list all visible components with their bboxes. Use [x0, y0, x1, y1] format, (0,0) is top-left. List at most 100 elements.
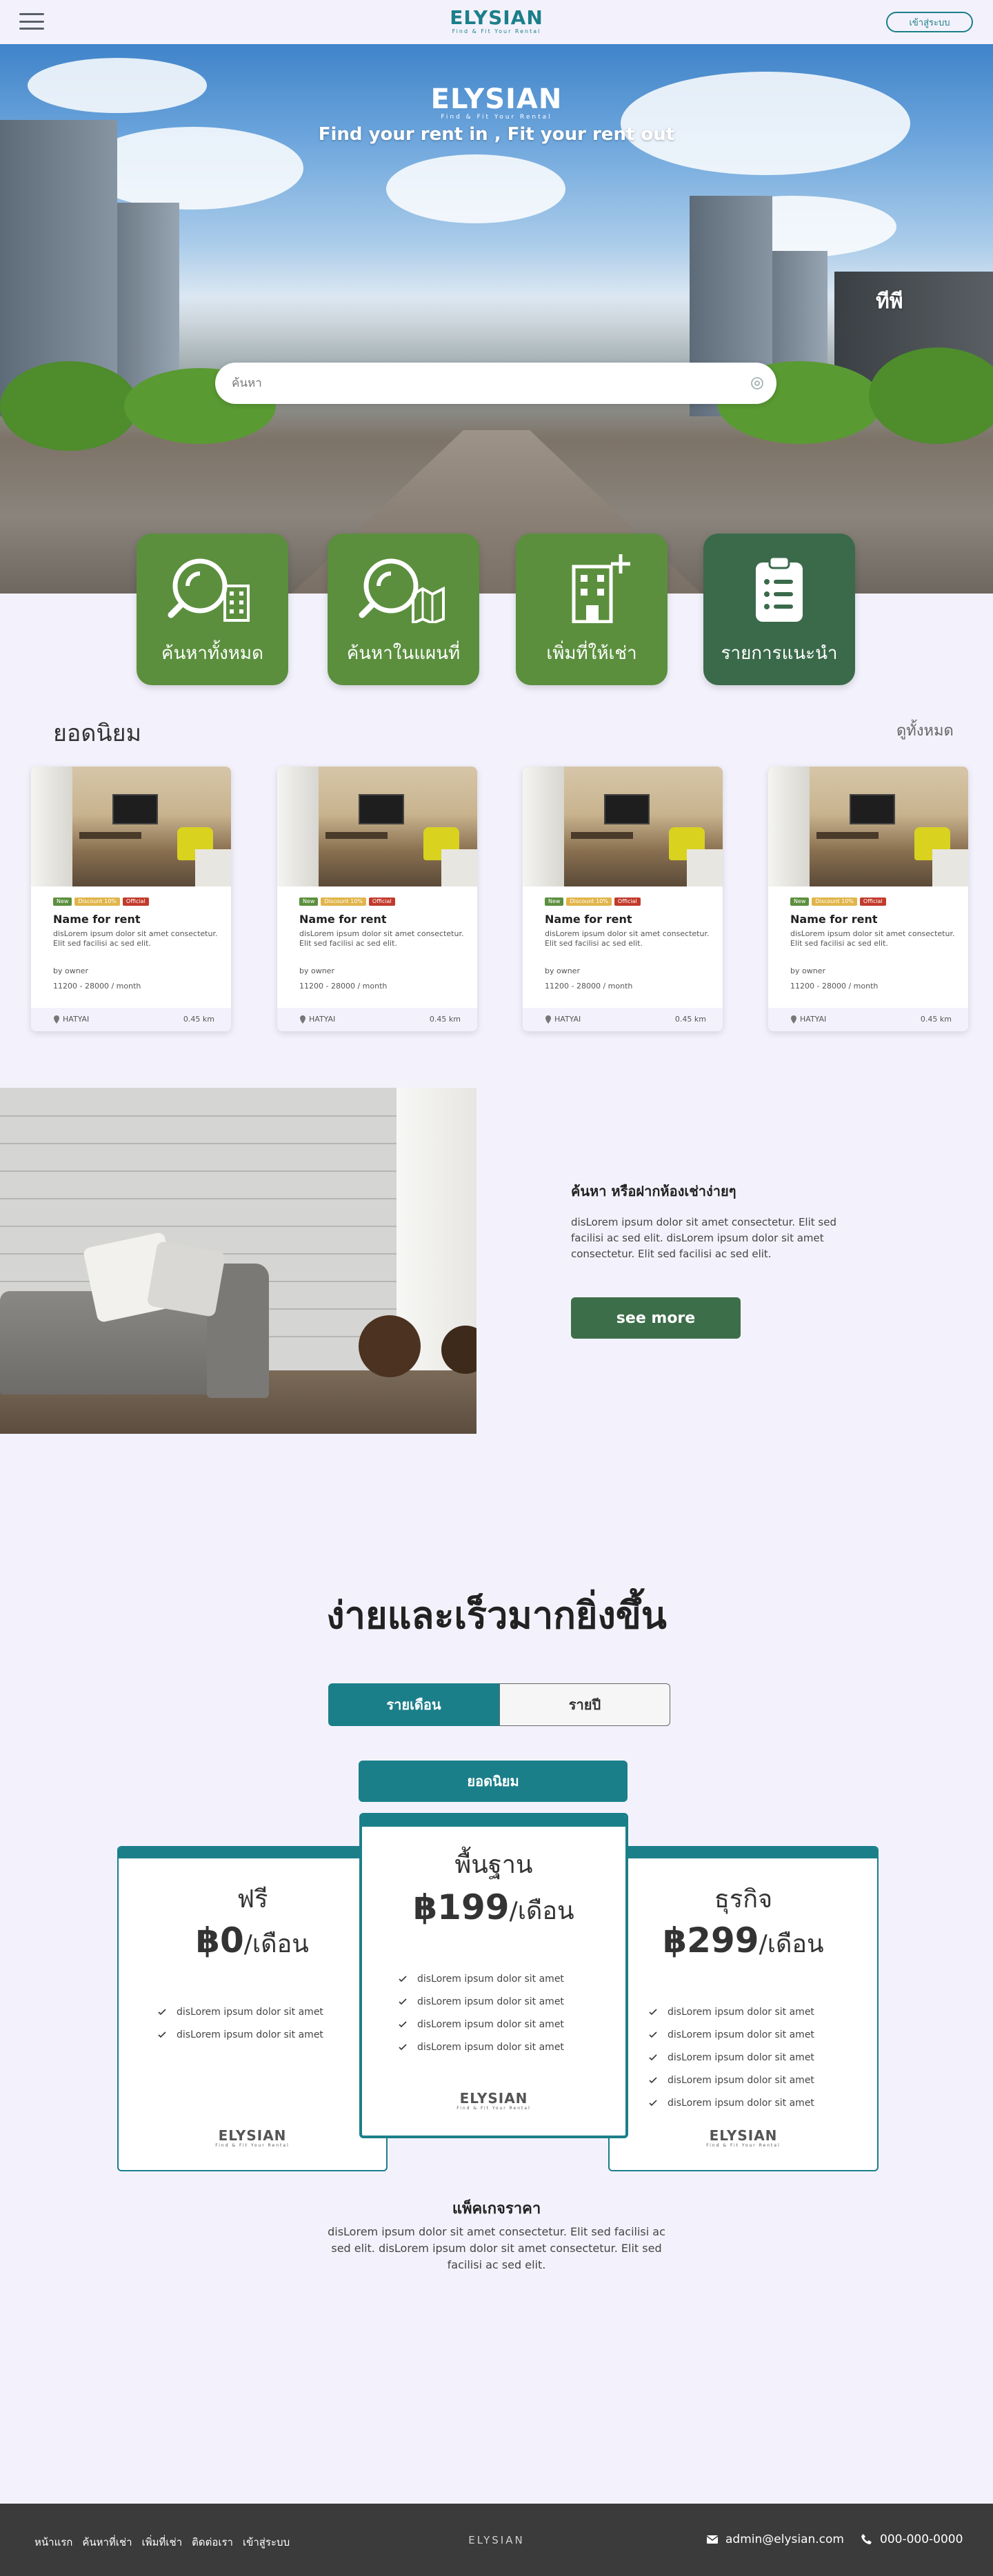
hero-logo-text: ELYSIAN: [430, 83, 563, 115]
tag-list: New Discount 10% Official: [545, 897, 641, 906]
tab-yearly[interactable]: รายปี: [499, 1683, 670, 1726]
plan-feature: disLorem ipsum dolor sit amet: [398, 2013, 564, 2036]
hamburger-menu-icon[interactable]: [19, 11, 44, 32]
rental-owner: by owner: [53, 966, 88, 975]
check-icon: [399, 2020, 407, 2027]
search-building-icon: [168, 558, 250, 622]
check-icon: [649, 2008, 657, 2015]
plan-price-value: ฿299: [663, 1920, 759, 1960]
login-button[interactable]: เข้าสู่ระบบ: [886, 12, 973, 32]
plan-basic-card[interactable]: พื้นฐาน ฿199/เดือน disLorem ipsum dolor …: [359, 1813, 628, 2138]
tag-discount: Discount 10%: [321, 897, 366, 906]
footer-phone-text: 000-000-0000: [880, 2533, 963, 2546]
tag-new: New: [790, 897, 810, 906]
rental-owner: by owner: [790, 966, 825, 975]
rental-name: Name for rent: [790, 913, 878, 926]
plan-feature-list: disLorem ipsum dolor sit amet disLorem i…: [398, 1967, 564, 2058]
see-more-button[interactable]: see more: [571, 1297, 741, 1339]
rental-card[interactable]: New Discount 10% Official Name for rent …: [523, 767, 723, 1031]
plan-feature: disLorem ipsum dolor sit amet: [648, 2091, 814, 2114]
plan-price-unit: /เดือน: [759, 1930, 824, 1958]
plan-price-unit: /เดือน: [509, 1897, 574, 1925]
mail-icon: [706, 2535, 719, 2544]
card-footer: HATYAI 0.45 km: [523, 1008, 723, 1031]
plan-feature: disLorem ipsum dolor sit amet: [398, 1967, 564, 1990]
category-label: ค้นหาทั้งหมด: [161, 643, 263, 664]
hero-logo: ELYSIAN Find & Fit Your Rental: [386, 85, 607, 121]
footer-phone[interactable]: 000-000-0000: [861, 2533, 963, 2546]
plan-price: ฿0/เดือน: [119, 1920, 386, 1963]
check-icon: [649, 2099, 657, 2106]
rental-price: 11200 - 28000 / month: [299, 982, 388, 991]
rental-distance: 0.45 km: [674, 1015, 706, 1024]
plan-name: ฟรี: [237, 1885, 268, 1914]
plan-name: พื้นฐาน: [454, 1851, 533, 1879]
plan-price-unit: /เดือน: [243, 1930, 309, 1958]
popular-badge: ยอดนิยม: [359, 1761, 628, 1802]
phone-icon: [861, 2534, 872, 2544]
tag-new: New: [545, 897, 564, 906]
plan-feature-text: disLorem ipsum dolor sit amet: [417, 2018, 564, 2030]
plan-feature-text: disLorem ipsum dolor sit amet: [668, 2029, 814, 2040]
rental-name: Name for rent: [299, 913, 387, 926]
plan-feature-text: disLorem ipsum dolor sit amet: [668, 2006, 814, 2018]
plan-feature-text: disLorem ipsum dolor sit amet: [668, 2074, 814, 2086]
plan-feature-text: disLorem ipsum dolor sit amet: [668, 2051, 814, 2063]
plan-feature-list: disLorem ipsum dolor sit amet disLorem i…: [648, 2000, 814, 2114]
plan-logo-subtitle: Find & Fit Your Rental: [706, 2143, 781, 2148]
category-add-rental[interactable]: เพิ่มที่ให้เช่า: [516, 534, 668, 685]
rental-card[interactable]: New Discount 10% Official Name for rent …: [768, 767, 968, 1031]
view-all-link[interactable]: ดูทั้งหมด: [896, 718, 954, 742]
tab-monthly[interactable]: รายเดือน: [328, 1683, 499, 1726]
plan-feature: disLorem ipsum dolor sit amet: [157, 2023, 323, 2046]
plan-price-value: ฿0: [196, 1920, 244, 1960]
check-icon: [399, 1998, 407, 2005]
category-recommended[interactable]: รายการแนะนำ: [703, 534, 855, 685]
plan-logo: ELYSIAN Find & Fit Your Rental: [119, 2129, 386, 2148]
rental-card[interactable]: New Discount 10% Official Name for rent …: [31, 767, 231, 1031]
rental-name: Name for rent: [53, 913, 141, 926]
plan-feature: disLorem ipsum dolor sit amet: [648, 2046, 814, 2069]
tag-official: Official: [368, 897, 395, 906]
hero-tagline: Find your rent in , Fit your rent out: [318, 124, 675, 145]
category-label: เพิ่มที่ให้เช่า: [546, 643, 637, 664]
plan-feature: disLorem ipsum dolor sit amet: [398, 1990, 564, 2013]
plan-logo-subtitle: Find & Fit Your Rental: [215, 2143, 290, 2148]
promo-image: [0, 1088, 477, 1434]
rental-owner: by owner: [545, 966, 580, 975]
search-input[interactable]: [232, 363, 714, 404]
tag-list: New Discount 10% Official: [53, 897, 149, 906]
tag-official: Official: [859, 897, 886, 906]
logo-text: ELYSIAN: [450, 6, 543, 29]
rental-card[interactable]: New Discount 10% Official Name for rent …: [277, 767, 477, 1031]
rental-distance: 0.45 km: [920, 1015, 952, 1024]
plan-logo-text: ELYSIAN: [218, 2127, 287, 2144]
card-footer: HATYAI 0.45 km: [277, 1008, 477, 1031]
plan-free-card[interactable]: ฟรี ฿0/เดือน disLorem ipsum dolor sit am…: [117, 1846, 388, 2171]
header-logo[interactable]: ELYSIAN Find & Fit Your Rental: [428, 6, 565, 35]
rental-desc: disLorem ipsum dolor sit amet consectetu…: [299, 929, 464, 948]
plan-logo: ELYSIAN Find & Fit Your Rental: [610, 2129, 877, 2148]
plan-logo: ELYSIAN Find & Fit Your Rental: [362, 2091, 625, 2111]
plan-feature: disLorem ipsum dolor sit amet: [157, 2000, 323, 2023]
card-footer: HATYAI 0.45 km: [31, 1008, 231, 1031]
check-icon: [399, 2043, 407, 2050]
rental-price: 11200 - 28000 / month: [53, 982, 141, 991]
popular-title: ยอดนิยม: [53, 720, 141, 747]
category-search-all[interactable]: ค้นหาทั้งหมด: [137, 534, 288, 685]
footer-logo: ELYSIAN: [468, 2534, 525, 2546]
footer-email-text: admin@elysian.com: [725, 2533, 844, 2546]
tag-list: New Discount 10% Official: [299, 897, 395, 906]
footer-email[interactable]: admin@elysian.com: [706, 2533, 844, 2546]
location-pin-icon: [545, 1015, 551, 1024]
check-icon: [649, 2076, 657, 2083]
rental-location: HATYAI: [63, 1015, 90, 1024]
plan-name: ธุรกิจ: [714, 1885, 773, 1914]
category-search-map[interactable]: ค้นหาในแผนที่: [328, 534, 479, 685]
plan-business-card[interactable]: ธุรกิจ ฿299/เดือน disLorem ipsum dolor s…: [608, 1846, 879, 2171]
plan-logo-text: ELYSIAN: [459, 2090, 528, 2107]
search-icon[interactable]: [749, 375, 765, 392]
category-label: ค้นหาในแผนที่: [346, 643, 461, 664]
tag-official: Official: [614, 897, 641, 906]
rental-price: 11200 - 28000 / month: [545, 982, 633, 991]
